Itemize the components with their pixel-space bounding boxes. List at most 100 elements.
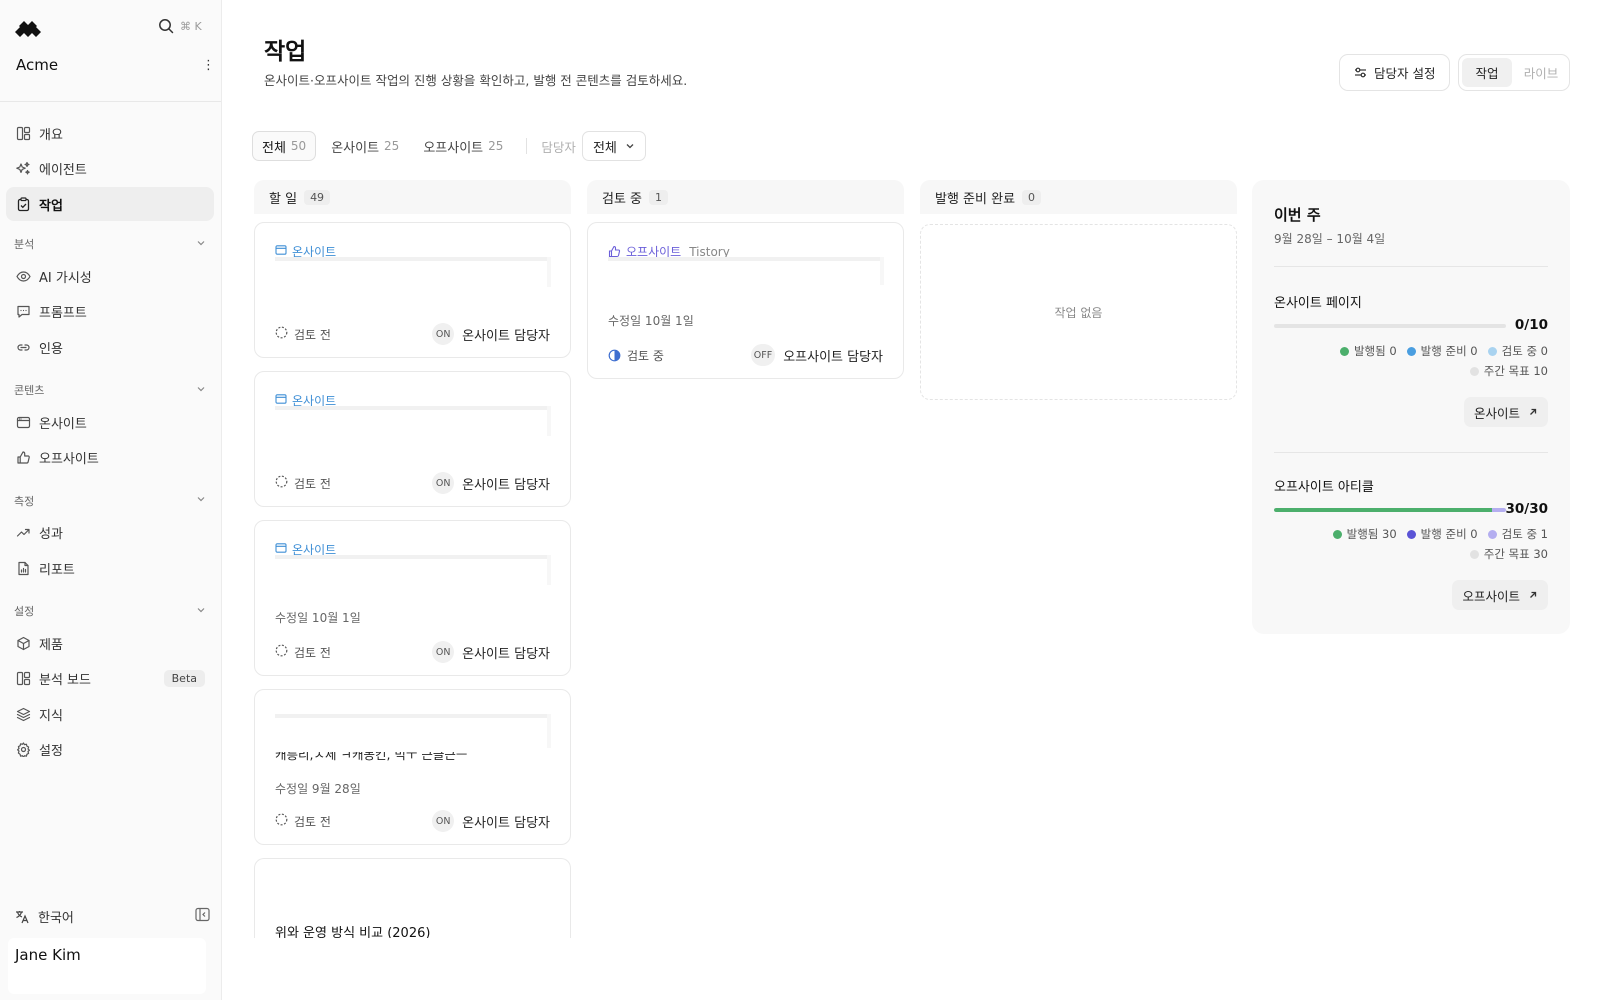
language-selector[interactable]: 한국어 (14, 907, 210, 926)
legend-dot (1406, 529, 1416, 539)
owner-label: 온사이트 담당자 (462, 815, 550, 831)
chevron-down-icon (626, 144, 634, 149)
task-card[interactable]: 오프사이트 Tistory 수정일 10월 1일 검토 중 OFF 오프사이트 담… (587, 222, 904, 379)
card-status-label: 검토 중 (627, 348, 664, 363)
legend-in-review: 검토 중 1 (1487, 526, 1548, 542)
thumbs-up-icon (15, 450, 31, 466)
sidebar-item-reports[interactable]: 리포트 (6, 551, 214, 585)
task-card[interactable]: 위와 운영 방식 비교 (2026) (254, 858, 571, 938)
offsite-progress-value: 30/30 (1505, 501, 1548, 517)
sidebar-item-label: 분석 보드 (39, 673, 91, 688)
legend-label: 주간 목표 10 (1483, 364, 1548, 378)
view-toggle-tasks[interactable]: 작업 (1462, 58, 1512, 87)
legend-label: 검토 중 0 (1501, 344, 1548, 358)
org-name: Acme (16, 56, 59, 74)
collapse-sidebar-icon[interactable] (195, 907, 210, 926)
chat-icon (15, 304, 31, 320)
assignee-settings-button[interactable]: 담당자 설정 (1339, 54, 1451, 91)
legend-published: 발행됨 0 (1339, 343, 1397, 359)
column-header: 검토 중 1 (587, 180, 904, 214)
legend-dot (1339, 346, 1349, 356)
sidebar-item-performance[interactable]: 성과 (6, 516, 214, 550)
filter-tab-label: 오프사이트 (423, 140, 484, 156)
sidebar-section-content[interactable]: 콘텐츠 (6, 375, 214, 405)
legend-dot (1469, 366, 1479, 376)
legend-label: 발행됨 0 (1353, 344, 1397, 358)
pending-status-icon (275, 813, 288, 829)
onsite-progress-bar (1274, 324, 1506, 328)
task-card[interactable]: 온사이트 검토 전 ON 온사이트 담당자 (254, 222, 571, 358)
column-ready-to-publish: 발행 준비 완료 0 작업 없음 (920, 180, 1237, 400)
language-label: 한국어 (38, 911, 74, 926)
box-icon (15, 635, 31, 651)
sidebar-nav: 개요 에이전트 작업분석 AI 가시성프롬프트인용콘텐츠 온사이트오프사이트측정 성과리포… (6, 116, 214, 768)
onsite-legend: 발행됨 0 발행 준비 0 검토 중 0 (1339, 343, 1548, 359)
onsite-link-button[interactable]: 온사이트 (1463, 397, 1548, 427)
translate-icon (16, 910, 29, 923)
assignee-settings-label: 담당자 설정 (1374, 66, 1436, 81)
sidebar-item-prompts[interactable]: 프롬프트 (6, 295, 214, 329)
sidebar-item-overview[interactable]: 개요 (6, 116, 214, 150)
sidebar-item-label: AI 가시성 (39, 270, 92, 286)
sidebar-item-label: 오프사이트 (39, 452, 99, 467)
offsite-articles-title: 오프사이트 아티클 (1274, 480, 1374, 495)
legend-dot (1487, 346, 1497, 356)
main-content: 작업 온사이트·오프사이트 작업의 진행 상황을 확인하고, 발행 전 콘텐츠를… (222, 0, 1600, 1000)
legend-ready: 발행 준비 0 (1406, 343, 1478, 359)
filter-tab-onsite[interactable]: 온사이트 25 (322, 131, 408, 161)
sidebar-item-offsite[interactable]: 오프사이트 (6, 441, 214, 475)
filter-tab-all[interactable]: 전체 50 (252, 131, 317, 161)
sidebar-item-knowledge[interactable]: 지식 (6, 697, 214, 731)
org-switcher[interactable]: Acme ⋮ (16, 56, 215, 74)
empty-state-text: 작업 없음 (1054, 305, 1103, 320)
column-count: 49 (304, 189, 331, 205)
task-card[interactable]: 온사이트 검토 전 ON 온사이트 담당자 (254, 371, 571, 507)
owner-chip: OFF (750, 344, 776, 366)
filter-bar: 전체 50 온사이트 25 오프사이트 25 담당자 전체 (252, 131, 646, 161)
sidebar-item-tasks[interactable]: 작업 (6, 187, 214, 221)
arrow-up-right-icon (1530, 408, 1537, 415)
panel-divider (1274, 452, 1548, 453)
sidebar-section-analytics[interactable]: 분석 (6, 229, 214, 259)
sidebar-section-title: 분석 (14, 238, 35, 251)
sidebar-item-label: 리포트 (39, 562, 75, 578)
offsite-link-button[interactable]: 오프사이트 (1452, 580, 1548, 610)
legend-label: 발행됨 30 (1346, 527, 1397, 541)
assignee-filter-select[interactable]: 전체 (581, 131, 646, 161)
offsite-legend: 발행됨 30 발행 준비 0 검토 중 1 (1332, 526, 1548, 542)
search-button[interactable]: ⌘ K (158, 18, 202, 34)
sidebar-item-products[interactable]: 제품 (6, 626, 214, 660)
sidebar-item-label: 지식 (39, 708, 63, 724)
content-placeholder (608, 257, 884, 285)
sidebar-item-ai-visibility[interactable]: AI 가시성 (6, 259, 214, 293)
sidebar-item-onsite[interactable]: 온사이트 (6, 405, 214, 439)
acme-logo-icon[interactable] (14, 18, 44, 40)
task-card[interactable]: 캐릉리,ㅅ세 ㅋ캐몽킨, 믹ㅜ 근글근ㅡ 수정일 9월 28일 검토 전 ON 온… (254, 689, 571, 845)
card-footer: 검토 전 ON 온사이트 담당자 (275, 810, 550, 832)
card-owner: OFF 오프사이트 담당자 (750, 344, 883, 366)
column-todo: 할 일 49 온사이트 검토 전 ON 온사이트 담당자 온사이트 검토 전 ON… (254, 180, 571, 938)
view-toggle-live[interactable]: 라이브 (1516, 58, 1566, 87)
assignee-filter-label: 담당자 (541, 139, 576, 155)
more-vertical-icon[interactable]: ⋮ (202, 58, 215, 73)
card-clipped-title: 캐릉리,ㅅ세 ㅋ캐몽킨, 믹ㅜ 근글근ㅡ (275, 752, 468, 762)
owner-chip: ON (432, 472, 455, 494)
offsite-link-label: 오프사이트 (1462, 588, 1520, 604)
trend-icon (15, 525, 31, 541)
sidebar-item-settings[interactable]: 설정 (6, 733, 214, 767)
pending-status-icon (275, 326, 288, 342)
filter-tab-offsite[interactable]: 오프사이트 25 (414, 131, 512, 161)
legend-label: 발행 준비 0 (1420, 344, 1478, 358)
in-review-status-icon (608, 349, 621, 361)
sidebar-item-citations[interactable]: 인용 (6, 330, 214, 364)
offsite-target: 주간 목표 30 (1469, 546, 1548, 562)
user-profile[interactable]: Jane Kim (8, 938, 206, 994)
sidebar-item-agents[interactable]: 에이전트 (6, 152, 214, 186)
sidebar-section-settings[interactable]: 설정 (6, 596, 214, 626)
sidebar-section-measurement[interactable]: 측정 (6, 486, 214, 516)
sidebar-item-analysis-board[interactable]: 분석 보드 Beta (6, 662, 214, 696)
legend-label: 주간 목표 30 (1483, 547, 1548, 561)
task-card[interactable]: 온사이트 수정일 10월 1일 검토 전 ON 온사이트 담당자 (254, 520, 571, 676)
sidebar-item-label: 프롬프트 (39, 306, 87, 321)
legend-ready: 발행 준비 0 (1406, 526, 1478, 542)
